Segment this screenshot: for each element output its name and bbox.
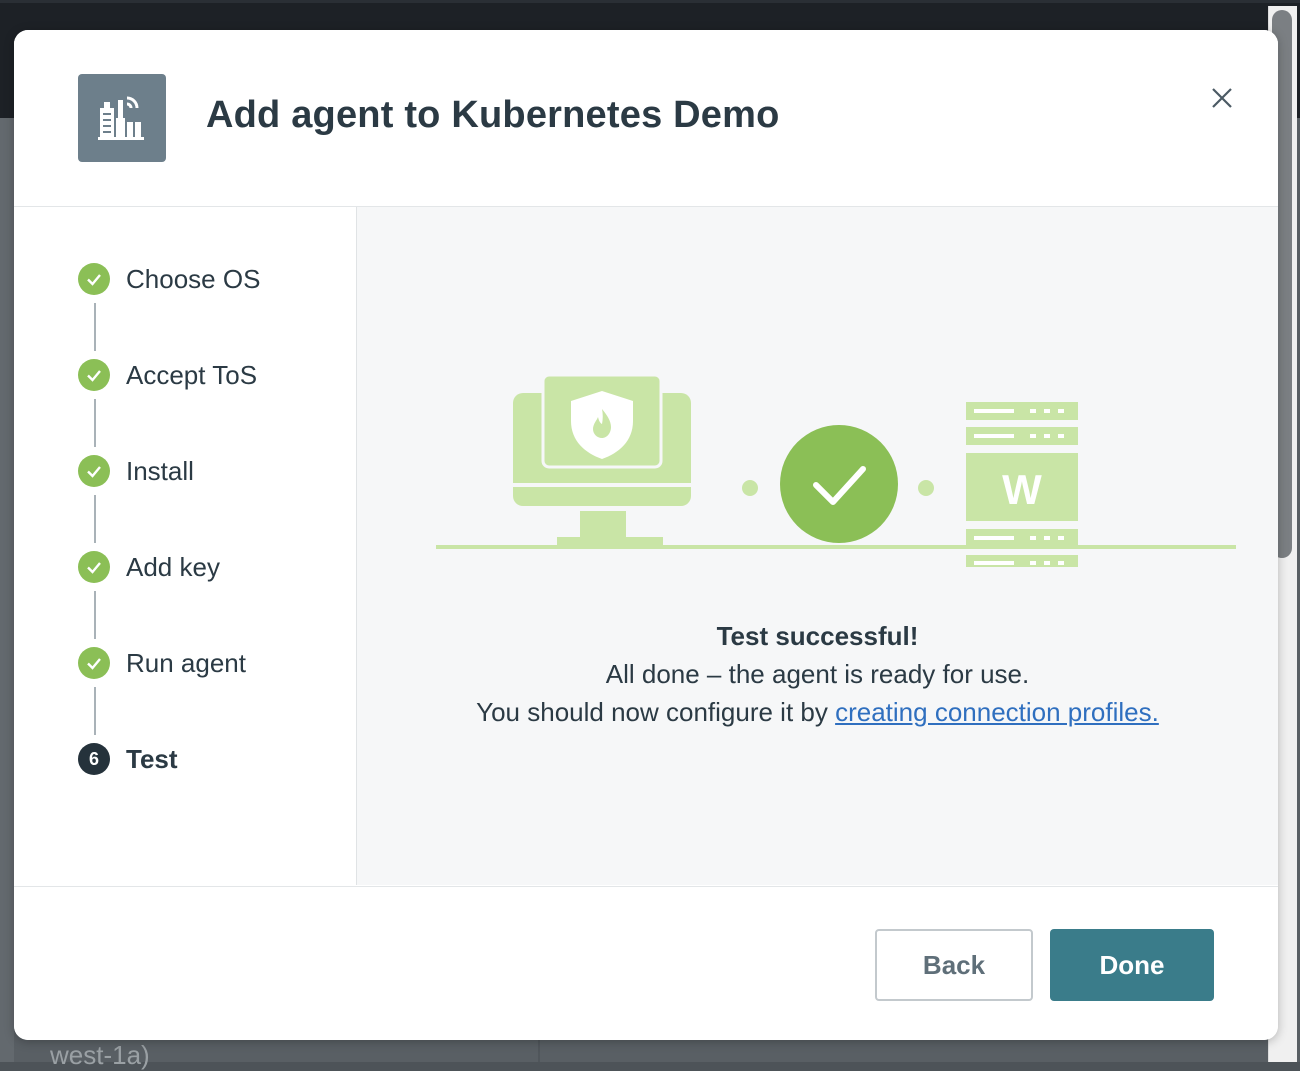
close-button[interactable] <box>1206 82 1238 114</box>
modal-body: Choose OS Accept ToS Install Add key Run… <box>14 207 1278 885</box>
step-test[interactable]: 6 Test <box>78 743 178 775</box>
modal-header: Add agent to Kubernetes Demo <box>14 30 1278 207</box>
step-connector <box>94 303 96 351</box>
step-accept-tos[interactable]: Accept ToS <box>78 359 257 391</box>
done-button[interactable]: Done <box>1050 929 1214 1001</box>
monitor-shield-icon <box>513 373 691 545</box>
check-icon <box>78 455 110 487</box>
step-label: Add key <box>126 551 220 582</box>
step-connector <box>94 495 96 543</box>
step-label: Install <box>126 455 194 486</box>
step-label: Test <box>126 743 178 774</box>
back-button[interactable]: Back <box>875 929 1033 1001</box>
step-connector <box>94 687 96 735</box>
step-label: Run agent <box>126 647 246 678</box>
result-next-step: You should now configure it by creating … <box>357 697 1278 728</box>
check-icon <box>78 551 110 583</box>
wizard-stepper: Choose OS Accept ToS Install Add key Run… <box>14 207 357 885</box>
modal-footer: Back Done <box>14 886 1278 1040</box>
connector-dot <box>742 480 758 496</box>
check-icon <box>78 359 110 391</box>
background-divider <box>538 1040 540 1062</box>
check-circle-icon <box>780 425 898 543</box>
step-label: Choose OS <box>126 263 261 294</box>
wizard-content: W Test successful! All done – the agent … <box>357 207 1278 885</box>
step-label: Accept ToS <box>126 359 258 390</box>
agent-building-icon <box>78 74 166 162</box>
step-add-key[interactable]: Add key <box>78 551 220 583</box>
server-letter: W <box>1002 466 1042 513</box>
ground-line <box>436 545 1236 549</box>
connector-dot <box>918 480 934 496</box>
step-connector <box>94 591 96 639</box>
result-next-step-text: You should now configure it by <box>476 697 836 727</box>
step-choose-os[interactable]: Choose OS <box>78 263 260 295</box>
add-agent-modal: Add agent to Kubernetes Demo Choose OS A… <box>14 30 1278 1040</box>
check-icon <box>78 647 110 679</box>
modal-title: Add agent to Kubernetes Demo <box>206 94 780 136</box>
background-left-strip <box>0 118 14 1062</box>
check-icon <box>78 263 110 295</box>
step-connector <box>94 399 96 447</box>
success-illustration: W <box>436 373 1236 567</box>
step-number-badge: 6 <box>78 743 110 775</box>
close-icon <box>1212 88 1232 108</box>
background-peek-text: west-1a) <box>50 1040 150 1070</box>
connection-profiles-link[interactable]: creating connection profiles. <box>835 697 1159 727</box>
step-run-agent[interactable]: Run agent <box>78 647 246 679</box>
result-message: All done – the agent is ready for use. <box>605 659 1030 689</box>
server-rack-icon: W <box>966 402 1078 567</box>
step-install[interactable]: Install <box>78 455 194 487</box>
result-title: Test successful! <box>716 621 919 651</box>
